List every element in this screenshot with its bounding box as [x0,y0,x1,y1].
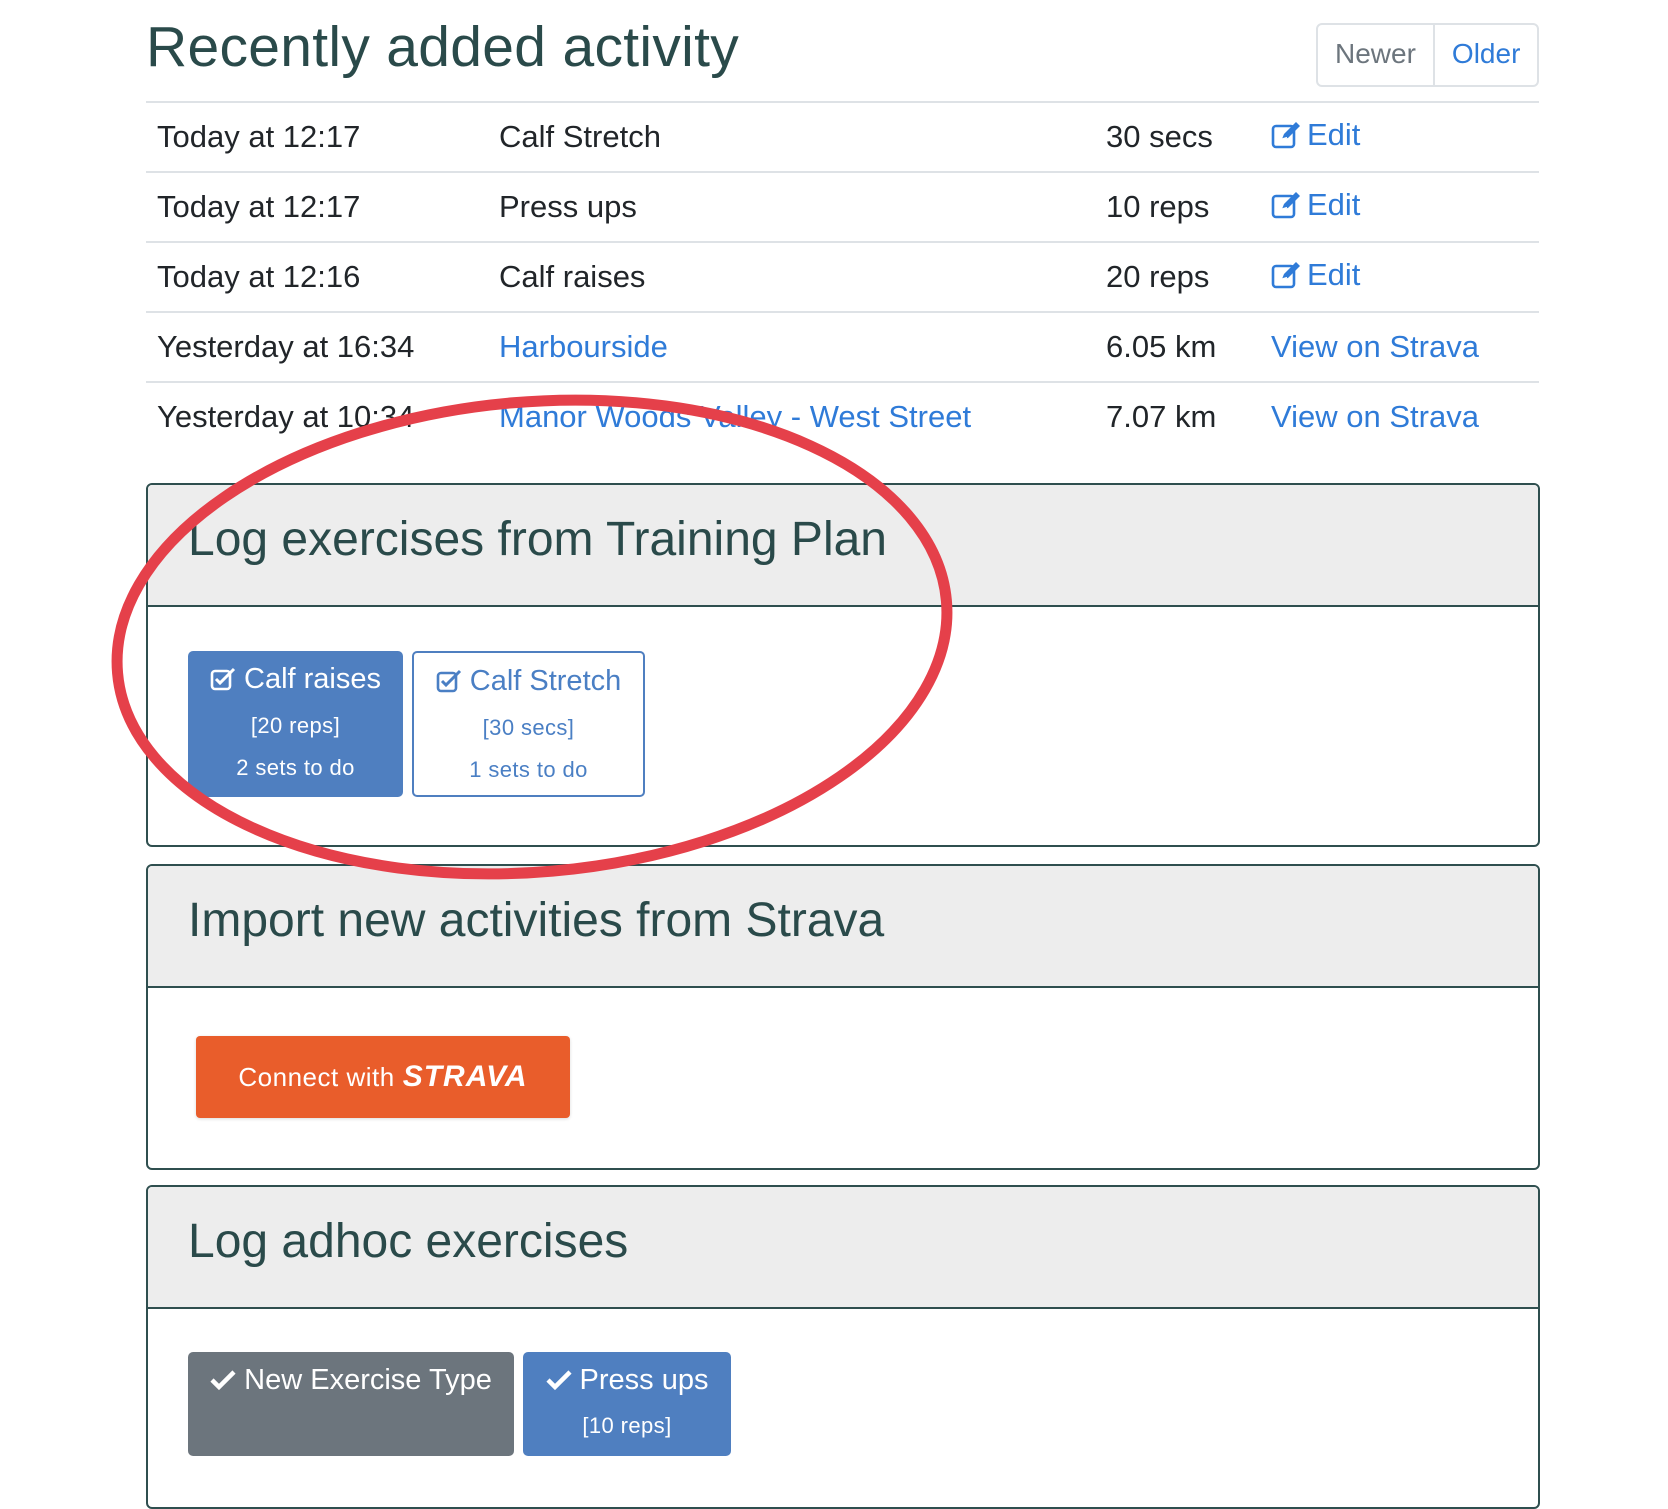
strava-import-card: Import new activities from Strava Connec… [146,864,1540,1170]
edit-link[interactable]: Edit [1271,187,1360,222]
activity-time: Today at 12:17 [146,101,488,172]
table-row: Yesterday at 10:34 Manor Woods Valley - … [146,381,1539,451]
activity-action: View on Strava [1260,311,1539,382]
activity-name: Press ups [488,171,1095,242]
plan-button-sets: 1 sets to do [469,757,588,782]
connect-with-strava-button[interactable]: Connect with STRAVA [196,1036,570,1118]
activity-action: Edit [1260,241,1539,312]
edit-icon [1271,191,1301,227]
activity-name: Harbourside [488,311,1095,382]
table-row: Today at 12:17 Press ups 10 reps Edit [146,171,1539,242]
activity-link[interactable]: Manor Woods Valley - West Street [499,399,971,434]
activity-amount: 20 reps [1095,241,1260,312]
plan-button-sets: 2 sets to do [236,755,355,780]
activity-action: View on Strava [1260,381,1539,451]
older-button[interactable]: Older [1435,25,1537,85]
check-icon [210,1366,236,1399]
card-header: Log adhoc exercises [148,1187,1538,1309]
activity-amount: 30 secs [1095,101,1260,172]
card-header: Log exercises from Training Plan [148,485,1538,607]
edit-link[interactable]: Edit [1271,257,1360,292]
check-square-icon [210,666,236,699]
plan-button-title: Calf Stretch [414,665,643,701]
plan-button-label: Calf raises [244,663,381,695]
activity-amount: 7.07 km [1095,381,1260,451]
activity-name: Manor Woods Valley - West Street [488,381,1095,451]
table-row: Today at 12:16 Calf raises 20 reps Edit [146,241,1539,312]
check-icon [545,1366,572,1399]
activity-time: Yesterday at 16:34 [146,311,488,382]
edit-label: Edit [1307,257,1361,292]
new-exercise-type-button[interactable]: New Exercise Type [188,1352,514,1456]
card-title: Log adhoc exercises [188,1215,629,1268]
card-title: Import new activities from Strava [188,894,885,947]
activity-action: Edit [1260,101,1539,172]
activity-amount: 10 reps [1095,171,1260,242]
plan-exercise-button[interactable]: Calf Stretch [30 secs] 1 sets to do [412,651,645,797]
adhoc-card: Log adhoc exercises New Exercise Type Pr… [146,1185,1540,1509]
activity-time: Today at 12:16 [146,241,488,312]
page-title: Recently added activity [146,15,740,79]
strava-logo: STRAVA [402,1060,528,1093]
activity-time: Today at 12:17 [146,171,488,242]
training-plan-card: Log exercises from Training Plan Calf ra… [146,483,1540,847]
view-on-strava-link[interactable]: View on Strava [1271,399,1479,434]
plan-button-detail: [30 secs] [482,715,575,740]
adhoc-button-detail: [10 reps] [582,1413,672,1438]
plan-button-detail: [20 reps] [250,713,341,738]
edit-icon [1271,121,1301,157]
press-ups-button[interactable]: Press ups [10 reps] [523,1352,731,1456]
view-on-strava-link[interactable]: View on Strava [1271,329,1479,364]
activity-table: Today at 12:17 Calf Stretch 30 secs Edit… [146,101,1539,451]
edit-label: Edit [1307,117,1361,152]
adhoc-button-title: Press ups [523,1364,731,1399]
activity-name: Calf raises [488,241,1095,312]
card-title: Log exercises from Training Plan [188,513,887,566]
edit-link[interactable]: Edit [1271,117,1360,152]
adhoc-button-label: Press ups [579,1364,709,1396]
activity-time: Yesterday at 10:34 [146,381,488,451]
edit-icon [1271,261,1301,297]
check-square-icon [436,668,462,701]
table-row: Yesterday at 16:34 Harbourside 6.05 km V… [146,311,1539,382]
connect-label: Connect with [238,1061,395,1092]
plan-button-label: Calf Stretch [469,665,622,697]
adhoc-button-label: New Exercise Type [244,1364,492,1396]
activity-action: Edit [1260,171,1539,242]
adhoc-button-title: New Exercise Type [188,1364,514,1399]
plan-exercise-button[interactable]: Calf raises [20 reps] 2 sets to do [188,651,403,797]
table-row: Today at 12:17 Calf Stretch 30 secs Edit [146,101,1539,172]
edit-label: Edit [1307,187,1361,222]
pager: Newer Older [1316,23,1540,87]
activity-name: Calf Stretch [488,101,1095,172]
activity-link[interactable]: Harbourside [499,329,668,364]
plan-button-title: Calf raises [188,663,403,699]
newer-button[interactable]: Newer [1318,25,1435,85]
activity-amount: 6.05 km [1095,311,1260,382]
card-header: Import new activities from Strava [148,866,1538,988]
